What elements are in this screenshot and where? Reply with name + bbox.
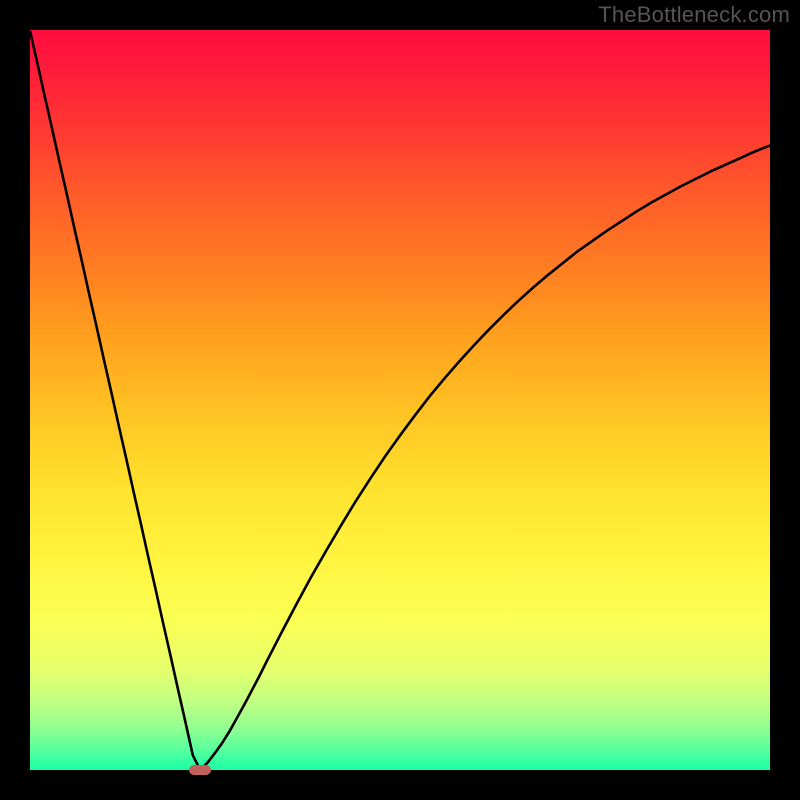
chart-frame: TheBottleneck.com xyxy=(0,0,800,800)
watermark-label: TheBottleneck.com xyxy=(598,2,790,28)
current-point-marker xyxy=(189,765,211,775)
chart-svg xyxy=(30,30,770,770)
gradient-background xyxy=(30,30,770,770)
plot-area xyxy=(30,30,770,770)
